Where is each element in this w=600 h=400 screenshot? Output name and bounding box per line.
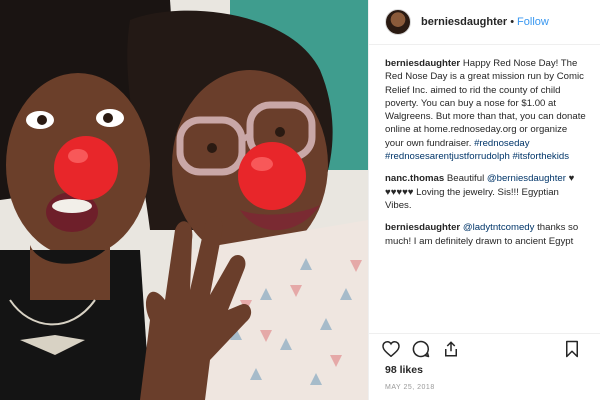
heart-icon[interactable] xyxy=(379,337,403,361)
instagram-post: berniesdaughter • Follow berniesdaughter… xyxy=(0,0,600,400)
caption-text: Happy Red Nose Day! The Red Nose Day is … xyxy=(385,58,586,149)
selfie-illustration xyxy=(0,0,368,400)
post-photo[interactable] xyxy=(0,0,368,400)
comment-username[interactable]: berniesdaughter xyxy=(385,222,460,233)
post-sidebar: berniesdaughter • Follow berniesdaughter… xyxy=(368,0,600,400)
follow-button[interactable]: Follow xyxy=(517,16,549,28)
comments-section: berniesdaughter Happy Red Nose Day! The … xyxy=(369,45,600,248)
header-username[interactable]: berniesdaughter xyxy=(421,16,507,28)
comment-text-pre: Beautiful xyxy=(446,173,487,185)
comment-icon[interactable] xyxy=(409,337,433,361)
post-header: berniesdaughter • Follow xyxy=(369,0,600,45)
caption: berniesdaughter Happy Red Nose Day! The … xyxy=(385,57,586,163)
comment-mention[interactable]: @berniesdaughter xyxy=(487,173,566,184)
post-date: MAY 25, 2018 xyxy=(385,384,435,391)
caption-username[interactable]: berniesdaughter xyxy=(385,58,460,69)
header-separator: • xyxy=(510,16,515,28)
likes-count[interactable]: 98 likes xyxy=(385,364,423,376)
comment: nanc.thomas Beautiful @berniesdaughter ♥… xyxy=(385,172,586,212)
comment-mention[interactable]: @ladytntcomedy xyxy=(463,222,535,233)
comment-username[interactable]: nanc.thomas xyxy=(385,173,444,184)
bookmark-icon[interactable] xyxy=(560,337,584,361)
share-icon[interactable] xyxy=(439,337,463,361)
avatar[interactable] xyxy=(385,9,411,35)
comment: berniesdaughter @ladytntcomedy thanks so… xyxy=(385,221,586,248)
action-bar xyxy=(369,333,600,364)
